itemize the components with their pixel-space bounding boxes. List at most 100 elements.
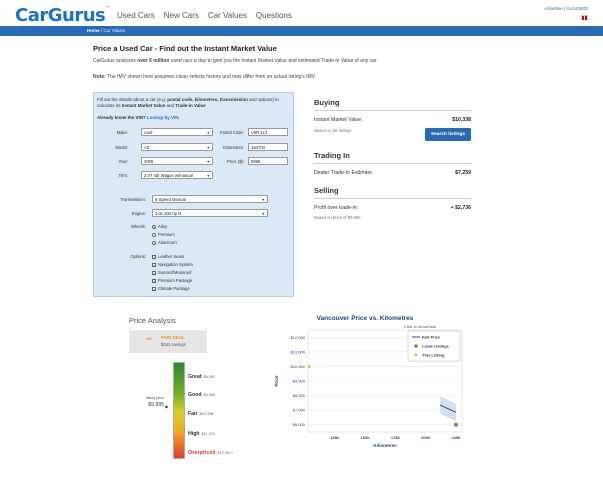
deal-rating: FAIR DEAL (161, 335, 185, 340)
engine-select[interactable]: 2.0L 200 hp I4 ▼ (152, 209, 268, 217)
trading-divider (314, 163, 471, 164)
kilometres-label: Kilometres: (223, 145, 244, 150)
level-overpriced: Overpriced $12,351+ (188, 450, 234, 456)
postal-code-label: Postal Code: (220, 130, 244, 135)
imv-label: Instant Market Value: (314, 117, 363, 123)
price-analysis-title: Price Analysis (129, 316, 176, 325)
deal-savings: $343 savings (161, 342, 186, 347)
profit-label: Profit over trade-in: (314, 205, 359, 211)
account-links[interactable]: Advertise | GuruD93D (544, 6, 588, 11)
option-navigation-checkbox[interactable]: ✓ Navigation System (152, 262, 193, 267)
top-header: CarGurus™ Used Cars New Cars Car Values … (0, 0, 603, 26)
imv-value: $10,338 (452, 117, 471, 123)
cargurus-logo[interactable]: CarGurus™ (15, 5, 109, 26)
chart-y-tick-label: $12,000 (291, 335, 306, 340)
level-fair: Fair $10,338 (188, 411, 214, 417)
car-details-form: Fill out the details about a car (e.g. p… (93, 92, 294, 297)
chart-x-tick-label: 125k (330, 435, 340, 440)
breadcrumb-bar: Home / Car Values (0, 26, 603, 36)
wheels-alloy-radio[interactable]: Alloy (152, 224, 167, 229)
nav-questions[interactable]: Questions (256, 11, 292, 20)
selling-heading: Selling (314, 186, 339, 195)
wheels-premium-radio[interactable]: Premium (152, 232, 175, 237)
chart-title: Vancouver Price vs. Kilometres (317, 315, 414, 322)
form-instructions: Fill out the details about a car (e.g. p… (97, 97, 279, 108)
chart-x-tick-label: 175k (391, 435, 401, 440)
chart-y-tick-label: $7,000 (293, 408, 306, 413)
main-nav: Used Cars New Cars Car Values Questions (117, 11, 301, 20)
legend-this-listing-label: This Listing (422, 353, 445, 358)
level-great: Great $8,062 (188, 374, 216, 380)
chart-y-tick-label: $6,000 (293, 422, 306, 427)
chart-x-tick-label: 225k (451, 435, 461, 440)
chart-y-tick-label: $8,000 (293, 393, 306, 398)
wheels-label: Wheels: (130, 224, 146, 229)
chart-y-tick-label: $11,000 (291, 349, 306, 354)
imv-note: Note: The IMV shown here assumes clean v… (93, 74, 315, 80)
engine-label: Engine: (131, 211, 146, 216)
year-label: Year: (118, 159, 128, 164)
chart-x-tick-label: 150k (361, 435, 371, 440)
local-listing-point (453, 422, 458, 427)
trim-select[interactable]: 2.0T 4dr Wagon w/manual ▼ (141, 171, 213, 179)
wheels-aluminum-radio[interactable]: Aluminum (152, 240, 177, 245)
model-label: Model: (115, 145, 128, 150)
level-good: Good $9,046 (188, 392, 216, 398)
price-label: Price ($): (227, 159, 244, 164)
option-leather-seats-checkbox[interactable]: ✓ Leather Seats (152, 254, 184, 259)
deal-rating-box: ➡ FAIR DEAL $343 savings (129, 330, 207, 353)
transmission-select[interactable]: 6-Speed Manual ▼ (152, 195, 268, 203)
page-title: Price a Used Car - Find out the Instant … (93, 44, 277, 53)
legend-local-listings-label: Local Listings (422, 344, 450, 349)
imv-based-on: Based on 58 listings (314, 128, 352, 133)
chart-y-tick-label: $9,000 (293, 379, 306, 384)
option-sunroof-checkbox[interactable]: ✓ Sunroof/Moonroof (152, 270, 192, 275)
intro-text: CarGurus analyzes over 6 million used ca… (93, 58, 378, 64)
chevron-down-icon: ▼ (206, 173, 210, 178)
trade-in-value: $7,259 (455, 170, 471, 176)
legend-this-listing-star-icon: ★ (414, 353, 419, 359)
lookup-by-vin-link[interactable]: Lookup by VIN. (147, 115, 180, 120)
canada-flag-icon[interactable] (581, 15, 588, 20)
nav-car-values[interactable]: Car Values (208, 11, 247, 20)
trim-label: Trim: (118, 173, 128, 178)
breadcrumb-separator: / (100, 28, 103, 33)
chevron-down-icon: ▼ (261, 211, 265, 216)
chart-legend-hint: Click to show/hide (404, 324, 437, 329)
listing-price-label: listing price (146, 396, 164, 400)
make-label: Make: (116, 130, 128, 135)
price-gauge (173, 362, 185, 459)
transmission-label: Transmission: (120, 197, 146, 202)
option-premium-package-checkbox[interactable]: ✓ Premium Package (152, 278, 192, 283)
trading-heading: Trading In (314, 151, 350, 160)
chevron-down-icon: ▼ (261, 197, 265, 202)
kilometres-input[interactable]: 164703 (248, 143, 288, 151)
profit-value: + $2,736 (450, 205, 471, 211)
listing-marker-icon: ◆ (165, 404, 169, 409)
listing-price-value: $9,995 (148, 402, 164, 408)
option-climate-package-checkbox[interactable]: ✓ Climate Package (152, 286, 190, 291)
trade-in-label: Dealer Trade-In Estimate: (314, 170, 374, 176)
search-listings-button[interactable]: Search listings (425, 128, 471, 141)
chart-y-axis-label: Price (274, 375, 279, 387)
chart-x-axis-label: Kilometres (373, 443, 397, 448)
legend-fair-price-label: Fair Price (422, 335, 441, 340)
arrow-right-icon: ➡ (146, 336, 152, 343)
breadcrumb-current: Car Values (103, 28, 126, 33)
nav-used-cars[interactable]: Used Cars (117, 11, 155, 20)
price-vs-km-chart: Vancouver Price vs. Kilometres Click to s… (274, 315, 463, 448)
chart-y-tick-label: $10,000 (291, 364, 306, 369)
breadcrumb: Home / Car Values (87, 28, 125, 33)
chart-x-tick-label: 200k (421, 435, 431, 440)
price-input[interactable]: 9995 (248, 157, 288, 165)
level-high: High $11,371 (188, 431, 215, 437)
breadcrumb-home[interactable]: Home (87, 28, 100, 33)
nav-new-cars[interactable]: New Cars (164, 11, 199, 20)
buying-divider (314, 110, 471, 111)
vin-prompt: Already know the VIN? Lookup by VIN. (97, 115, 180, 120)
buying-heading: Buying (314, 98, 340, 107)
legend-local-listings-swatch (414, 344, 418, 348)
this-listing-star-icon: ★ (307, 364, 312, 371)
postal-code-input[interactable]: V6R 1L3 (248, 128, 288, 136)
profit-based-on: Based on price of $9,995 (314, 215, 361, 220)
